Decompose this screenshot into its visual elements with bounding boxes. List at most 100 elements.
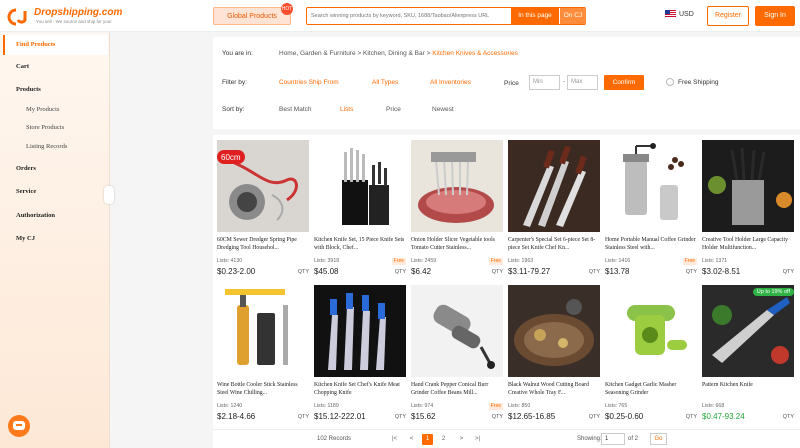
sort-price[interactable]: Price: [386, 106, 401, 113]
free-shipping-label: Free Shipping: [678, 79, 719, 86]
sign-in-button[interactable]: Sign In: [755, 6, 795, 26]
product-image[interactable]: 60cm: [217, 140, 309, 232]
confirm-button[interactable]: Confirm: [604, 75, 644, 90]
last-page-button[interactable]: >|: [472, 434, 483, 445]
sidebar-item-store-products[interactable]: Store Products: [26, 124, 64, 131]
top-bar: Dropshipping.com You sell - We source an…: [0, 0, 800, 32]
product-image[interactable]: [411, 285, 503, 377]
product-lists-count: Lists: 2459: [411, 258, 437, 264]
promo-badge: Up to 19% off: [752, 288, 794, 296]
search-in-page-button[interactable]: In this page: [511, 8, 559, 24]
product-price: $13.78: [605, 267, 630, 276]
free-shipping-badge: Free: [682, 258, 697, 265]
global-products-button[interactable]: Global Products HOT: [213, 3, 293, 25]
sidebar-item-listing-records[interactable]: Listing Records: [26, 143, 67, 150]
sidebar-item-my-cj[interactable]: My CJ: [16, 235, 35, 242]
sort-lists[interactable]: Lists: [340, 106, 353, 113]
product-image[interactable]: [314, 140, 406, 232]
product-title[interactable]: Kitchen Gadget Garlic Masher Seasoning G…: [605, 381, 697, 397]
product-image[interactable]: [508, 285, 600, 377]
sidebar-item-service[interactable]: Service: [16, 188, 36, 195]
breadcrumb: Home, Garden & Furniture > Kitchen, Dini…: [279, 50, 518, 57]
sidebar-item-orders[interactable]: Orders: [16, 165, 36, 172]
logo[interactable]: Dropshipping.com You sell - We source an…: [6, 5, 122, 27]
product-card[interactable]: Black Walnut Wood Cutting Board Creative…: [508, 285, 600, 425]
product-price: $0.47-93.24: [702, 412, 745, 421]
next-page-button[interactable]: >: [456, 434, 467, 445]
free-shipping-badge: Free: [391, 258, 406, 265]
sidebar-item-products[interactable]: Products: [16, 86, 41, 93]
showing-label: Showing:: [577, 436, 602, 442]
product-image[interactable]: [314, 285, 406, 377]
product-title[interactable]: 60CM Sewer Dredger Spring Pipe Dredging …: [217, 236, 309, 252]
product-qty-label: QTY: [782, 269, 794, 275]
register-button[interactable]: Register: [707, 6, 749, 26]
product-title[interactable]: Hand Crank Pepper Conical Burr Grinder C…: [411, 381, 503, 397]
product-qty-label: QTY: [782, 414, 794, 420]
product-qty-label: QTY: [685, 269, 697, 275]
product-card[interactable]: Home Portable Manual Coffee Grinder Stai…: [605, 140, 697, 280]
sort-best-match[interactable]: Best Match: [279, 106, 312, 113]
product-card[interactable]: Creative Tool Holder Large Capacity Hold…: [702, 140, 794, 280]
breadcrumb-home-garden[interactable]: Home, Garden & Furniture >: [279, 50, 361, 57]
go-button[interactable]: Go: [650, 433, 667, 445]
page-2-button[interactable]: 2: [438, 434, 449, 445]
page-number-input[interactable]: 1: [601, 433, 625, 445]
currency-selector[interactable]: USD: [665, 10, 694, 18]
product-card[interactable]: Up to 19% off Pattern Kitchen Knife Lists:…: [702, 285, 794, 425]
product-title[interactable]: Pattern Kitchen Knife: [702, 381, 794, 397]
sidebar-item-find-products[interactable]: Find Products: [3, 35, 108, 55]
contact-agent-button[interactable]: Contact Agent: [8, 415, 104, 437]
filter-all-types[interactable]: All Types: [372, 79, 398, 86]
product-card[interactable]: Hand Crank Pepper Conical Burr Grinder C…: [411, 285, 503, 425]
product-title[interactable]: Home Portable Manual Coffee Grinder Stai…: [605, 236, 697, 252]
product-title[interactable]: Onion Holder Slicer Vegetable tools Toma…: [411, 236, 503, 252]
product-card[interactable]: Kitchen Gadget Garlic Masher Seasoning G…: [605, 285, 697, 425]
product-card[interactable]: Kitchen Knife Set Chef's Knife Meat Chop…: [314, 285, 406, 425]
sidebar-collapse-handle[interactable]: [104, 186, 114, 204]
first-page-button[interactable]: |<: [389, 434, 400, 445]
product-card[interactable]: Wine Bottle Cooler Stick Stainless Steel…: [217, 285, 309, 425]
price-min-input[interactable]: Min: [529, 75, 560, 90]
product-lists-count: Lists: 1240: [217, 403, 243, 409]
product-image[interactable]: [508, 140, 600, 232]
page-1-button[interactable]: 1: [422, 434, 433, 445]
product-title[interactable]: Carpenter's Special Set 6-piece Set 8-pi…: [508, 236, 600, 252]
product-title[interactable]: Kitchen Knife Set Chef's Knife Meat Chop…: [314, 381, 406, 397]
product-lists-count: Lists: 1963: [508, 258, 534, 264]
product-price: $3.11-79.27: [508, 267, 551, 276]
sidebar-item-my-products[interactable]: My Products: [26, 106, 59, 113]
breadcrumb-current[interactable]: Kitchen Knives & Accessories: [432, 50, 518, 57]
product-image[interactable]: [605, 285, 697, 377]
product-image[interactable]: [702, 140, 794, 232]
product-title[interactable]: Creative Tool Holder Large Capacity Hold…: [702, 236, 794, 252]
product-qty-label: QTY: [491, 269, 503, 275]
product-card[interactable]: Kitchen Knife Set, 15 Piece Knife Sets w…: [314, 140, 406, 280]
filter-countries[interactable]: Countries Ship From: [279, 79, 339, 86]
sidebar-item-authorization[interactable]: Authorization: [16, 212, 55, 219]
product-title[interactable]: Wine Bottle Cooler Stick Stainless Steel…: [217, 381, 309, 397]
product-card[interactable]: Onion Holder Slicer Vegetable tools Toma…: [411, 140, 503, 280]
product-card[interactable]: 60cm 60CM Sewer Dredger Spring Pipe Dredg…: [217, 140, 309, 280]
record-count: 102 Records: [317, 436, 352, 442]
breadcrumb-kitchen-dining[interactable]: Kitchen, Dining & Bar >: [363, 50, 430, 57]
sidebar-item-cart[interactable]: Cart: [16, 63, 29, 70]
sort-newest[interactable]: Newest: [432, 106, 454, 113]
prev-page-button[interactable]: <: [406, 434, 417, 445]
price-max-input[interactable]: Max: [567, 75, 598, 90]
product-lists-count: Lists: 4130: [217, 258, 243, 264]
search-input[interactable]: [307, 8, 511, 24]
filter-all-inventories[interactable]: All Inventories: [430, 79, 471, 86]
free-shipping-badge: Free: [488, 403, 503, 410]
product-image[interactable]: [217, 285, 309, 377]
free-shipping-radio[interactable]: [666, 78, 674, 86]
product-card[interactable]: Carpenter's Special Set 6-piece Set 8-pi…: [508, 140, 600, 280]
product-lists-count: Lists: 3918: [314, 258, 340, 264]
product-image[interactable]: [702, 285, 794, 377]
product-title[interactable]: Kitchen Knife Set, 15 Piece Knife Sets w…: [314, 236, 406, 252]
product-image[interactable]: [411, 140, 503, 232]
contact-agent-label: Contact Agent: [24, 421, 104, 435]
search-on-cj-button[interactable]: On CJ: [559, 8, 586, 24]
product-image[interactable]: [605, 140, 697, 232]
product-title[interactable]: Black Walnut Wood Cutting Board Creative…: [508, 381, 600, 397]
